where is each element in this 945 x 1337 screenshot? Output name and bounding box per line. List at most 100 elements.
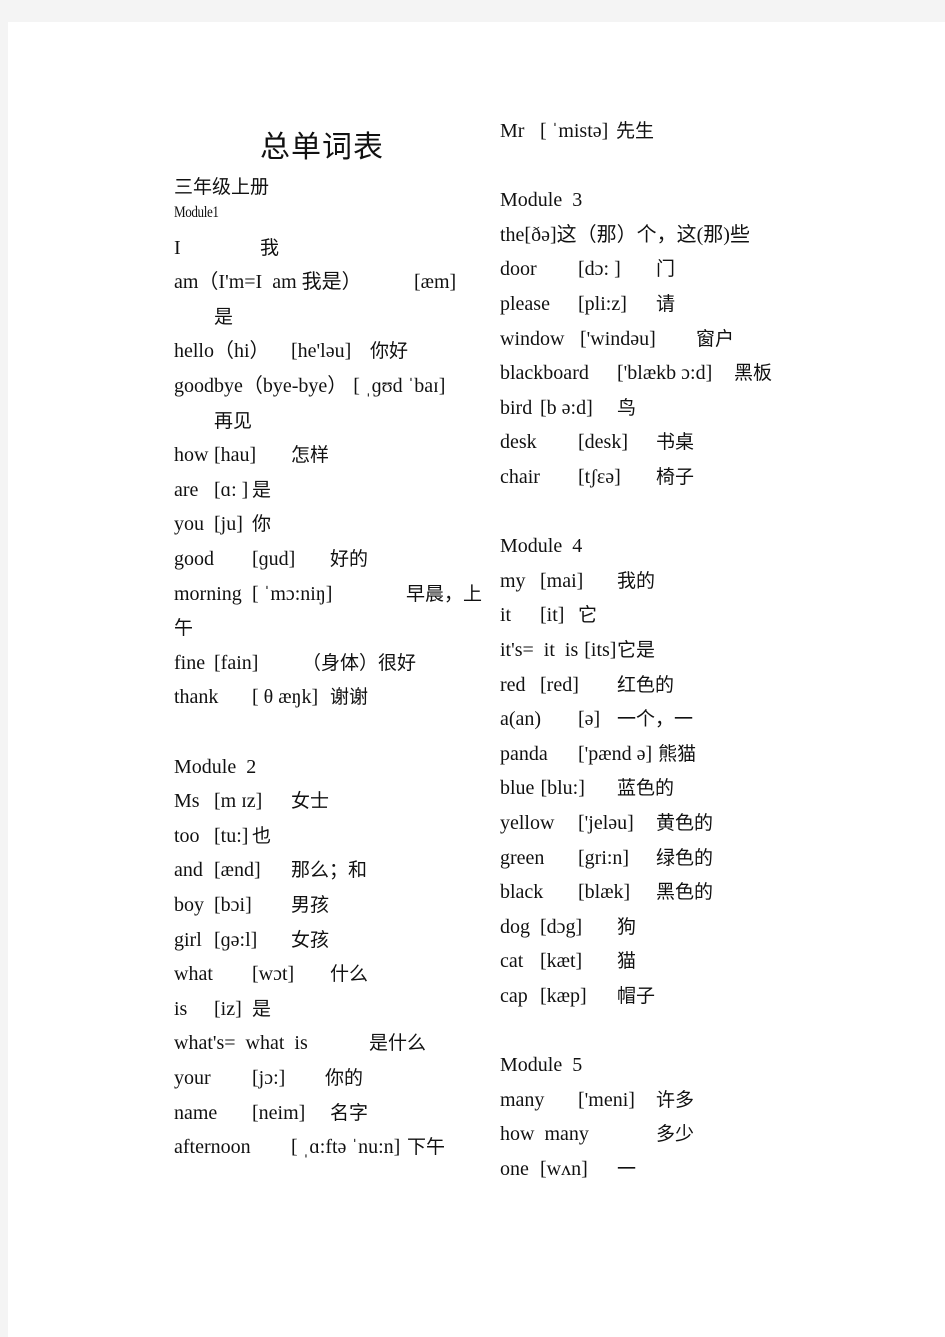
english-word: one (500, 1158, 529, 1180)
chinese-meaning: 许多 (656, 1088, 695, 1111)
english-word: how (174, 444, 209, 467)
english-word: green (500, 846, 545, 869)
english-word: door (500, 258, 537, 281)
chinese-meaning: 你 (252, 513, 272, 536)
english-word: and (174, 859, 203, 882)
phonetic: [its] (584, 639, 617, 661)
phonetic: [mai] (540, 569, 584, 592)
chinese-meaning: 男孩 (291, 894, 330, 916)
english-word: I (174, 236, 181, 259)
chinese-meaning: 是 (252, 478, 272, 501)
phonetic: [b ə:d] (540, 396, 593, 419)
phonetic: [ɑ: ] (214, 478, 249, 501)
english-word: please (500, 293, 550, 315)
phonetic: [æm] (414, 271, 457, 294)
phonetic: [hau] (214, 444, 257, 467)
english-word: what's= what is (174, 1032, 308, 1055)
english-word: is (174, 997, 188, 1020)
english-word: goodbye（bye-bye） (174, 375, 348, 397)
english-word: the[ðə]这（那）个，这(那)些 (500, 223, 750, 246)
english-word: am（I'm=I am 我是） (174, 271, 362, 294)
chinese-meaning: 一个，一 (617, 708, 694, 731)
chinese-meaning: 也 (252, 824, 272, 847)
english-word: Mr (500, 120, 525, 142)
grade-heading: 三年级上册 (174, 176, 270, 198)
chinese-meaning: 它是 (617, 639, 656, 661)
phonetic: [ ˈmɔ:niŋ] (252, 582, 333, 605)
phonetic: [ ˌɑ:ftə ˈnu:n] (291, 1136, 401, 1159)
phonetic: [bɔi] (214, 894, 252, 916)
english-word: panda (500, 742, 548, 765)
english-word: girl (174, 928, 202, 951)
english-word: what (174, 963, 213, 986)
chinese-meaning: 好的 (330, 548, 369, 570)
chinese-meaning: 窗户 (696, 327, 735, 350)
module-label: Module1 (174, 204, 219, 221)
chinese-meaning: 狗 (617, 915, 637, 938)
english-word: many (500, 1088, 545, 1111)
phonetic: [fain] (214, 651, 259, 674)
english-word: thank (174, 686, 219, 709)
phonetic: [tʃɛə] (578, 466, 621, 488)
chinese-meaning: 鸟 (617, 396, 637, 419)
phonetic: [ ˌɡʊd ˈbaɪ] (353, 375, 446, 397)
chinese-meaning: 黄色的 (656, 812, 714, 834)
english-word: fine (174, 651, 206, 674)
chinese-meaning: 名字 (330, 1101, 369, 1124)
phonetic: ['blækb ɔ:d] (617, 362, 713, 385)
english-word: good (174, 548, 214, 570)
phonetic: [wʌn] (540, 1158, 588, 1180)
phonetic: [kæt] (540, 950, 583, 973)
phonetic: [ θ æŋk] (252, 686, 319, 709)
english-word: desk (500, 431, 537, 454)
phonetic: [iz] (214, 997, 242, 1020)
phonetic: [dɔ: ] (578, 258, 621, 281)
document-page: 总单词表 Module1 I 我 am（I'm=I am 我是） [æm] 是 hello（… (8, 22, 945, 1337)
chinese-meaning: 蓝色的 (617, 777, 675, 800)
phonetic: [blæk] (578, 881, 631, 904)
chinese-meaning: 绿色的 (656, 846, 714, 869)
chinese-meaning: 女孩 (291, 928, 330, 951)
chinese-meaning: 帽子 (617, 985, 656, 1007)
english-word: my (500, 569, 526, 592)
english-word: yellow (500, 812, 555, 834)
chinese-meaning: 什么 (330, 963, 369, 986)
chinese-meaning: 熊猫 (658, 742, 697, 765)
chinese-meaning: 黑板 (734, 362, 773, 385)
chinese-meaning: 女士 (291, 790, 330, 813)
chinese-meaning: 椅子 (656, 466, 695, 488)
english-word: afternoon (174, 1136, 251, 1159)
chinese-meaning: 黑色的 (656, 881, 714, 904)
module-label: Module 2 (174, 755, 257, 778)
english-word: boy (174, 894, 204, 916)
phonetic: [he'ləu] (291, 340, 352, 363)
phonetic: [neim] (252, 1101, 306, 1124)
english-word: blue (500, 777, 535, 800)
chinese-meaning: 多少 (656, 1123, 695, 1146)
chinese-meaning: 书桌 (656, 431, 695, 454)
phonetic: ['meni] (578, 1088, 635, 1111)
phonetic: [wɔt] (252, 963, 295, 986)
phonetic: [ænd] (214, 859, 261, 882)
english-word: window (500, 327, 565, 350)
chinese-meaning: 早晨，上 (406, 582, 483, 605)
english-word: Ms (174, 790, 200, 813)
chinese-meaning: 我的 (617, 569, 656, 592)
phonetic: [ə] (578, 708, 601, 731)
phonetic: [it] (540, 604, 565, 627)
chinese-meaning: 是 (252, 997, 272, 1020)
english-word: are (174, 478, 199, 501)
chinese-meaning: 请 (656, 293, 676, 315)
chinese-meaning: 怎样 (291, 444, 330, 467)
english-word: how many (500, 1123, 589, 1146)
english-word: it (500, 604, 512, 627)
phonetic: [m ɪz] (214, 790, 263, 813)
english-word: cap (500, 985, 528, 1007)
chinese-meaning: （身体）很好 (302, 651, 417, 674)
english-word: black (500, 881, 544, 904)
module-label: Module 5 (500, 1054, 583, 1077)
english-word: morning (174, 582, 242, 605)
english-word: name (174, 1101, 218, 1124)
english-word: hello（hi） (174, 340, 270, 363)
module-label: Module 3 (500, 189, 583, 212)
